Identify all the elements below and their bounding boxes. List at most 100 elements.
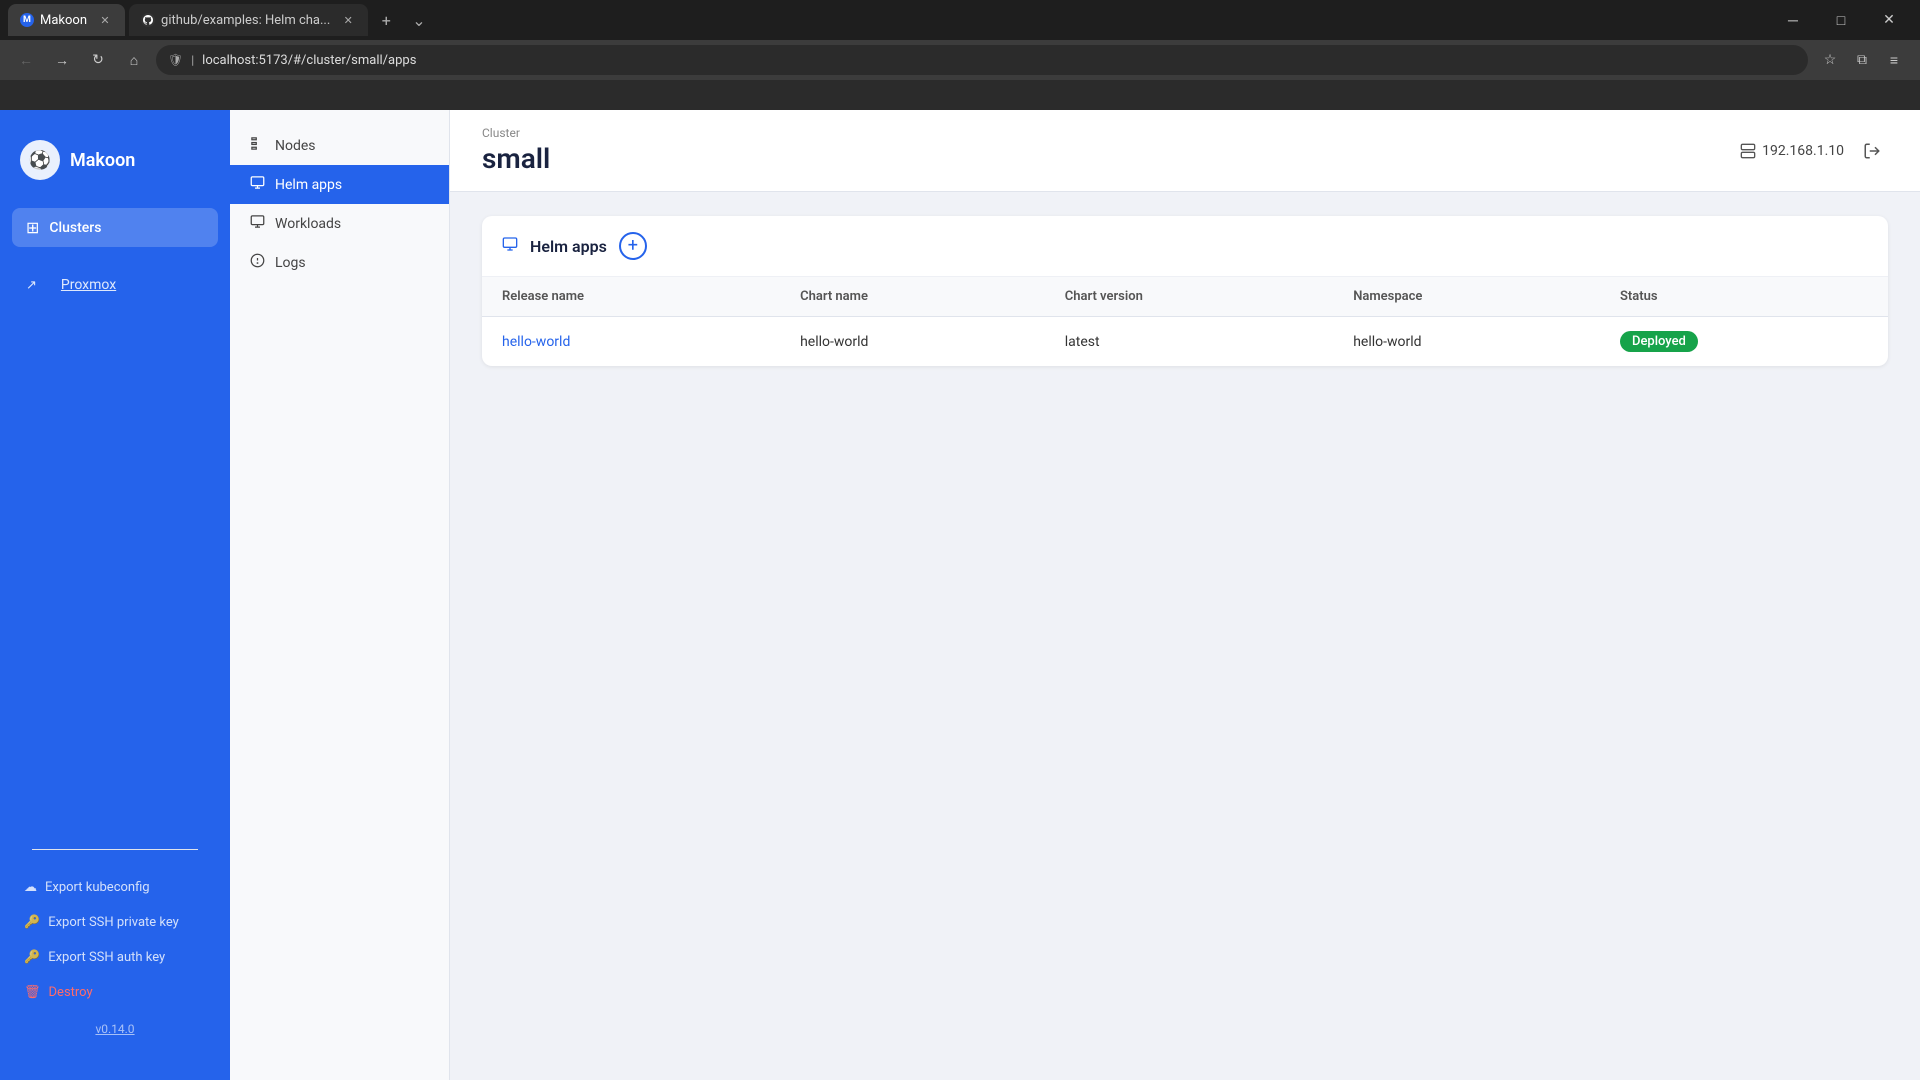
- browser-toolbar: ← → ↻ ⌂ 🛡 | localhost:5173/#/cluster/sma…: [0, 40, 1920, 80]
- home-button[interactable]: ⌂: [120, 46, 148, 74]
- tab-makoon-label: Makoon: [40, 13, 87, 28]
- helm-apps-title: Helm apps: [530, 237, 607, 256]
- col-chart-name: Chart name: [780, 277, 1045, 317]
- export-ssh-auth-button[interactable]: 🔑 Export SSH auth key: [16, 944, 214, 971]
- main-content: Cluster small 192.168.1.10 Helm: [450, 110, 1920, 1080]
- sidebar-brand: ⚽ Makoon: [0, 130, 230, 200]
- cloud-icon: ☁: [24, 880, 37, 895]
- sidebar-item-clusters[interactable]: ⊞ Clusters: [12, 208, 218, 247]
- helm-apps-card: Helm apps + Release name Chart name Char…: [482, 216, 1888, 366]
- address-bar[interactable]: 🛡 | localhost:5173/#/cluster/small/apps: [156, 45, 1808, 75]
- forward-button[interactable]: →: [48, 46, 76, 74]
- export-button[interactable]: [1856, 135, 1888, 167]
- table-row[interactable]: hello-world hello-world latest hello-wor…: [482, 317, 1888, 367]
- helm-apps-table: Release name Chart name Chart version Na…: [482, 277, 1888, 366]
- app-container: ⚽ Makoon ⊞ Clusters ↗ Proxmox ☁ Export k…: [0, 110, 1920, 1080]
- col-release-name: Release name: [482, 277, 780, 317]
- clusters-icon: ⊞: [26, 218, 39, 237]
- sidebar-bottom: ☁ Export kubeconfig 🔑 Export SSH private…: [0, 833, 230, 1060]
- tab-list-dropdown[interactable]: ⌄: [412, 11, 425, 30]
- github-favicon: [141, 13, 155, 27]
- cell-release-name[interactable]: hello-world: [482, 317, 780, 367]
- content-area: Helm apps + Release name Chart name Char…: [450, 192, 1920, 390]
- export-ssh-private-button[interactable]: 🔑 Export SSH private key: [16, 909, 214, 936]
- nav-helm-apps-label: Helm apps: [275, 177, 342, 193]
- table-header-row: Release name Chart name Chart version Na…: [482, 277, 1888, 317]
- sidebar-item-clusters-label: Clusters: [49, 220, 101, 236]
- refresh-button[interactable]: ↻: [84, 46, 112, 74]
- breadcrumb: Cluster: [482, 126, 550, 140]
- header-actions: 192.168.1.10: [1740, 135, 1888, 167]
- bookmark-button[interactable]: ☆: [1816, 46, 1844, 74]
- helm-apps-table-container: Release name Chart name Chart version Na…: [482, 277, 1888, 366]
- external-link-icon: ↗: [26, 278, 37, 293]
- secondary-sidebar: Nodes Helm apps Workloads Logs: [230, 110, 450, 1080]
- sidebar-item-proxmox[interactable]: ↗ Proxmox: [12, 263, 218, 307]
- brand-name: Makoon: [70, 150, 135, 171]
- proxmox-link-label: Proxmox: [47, 271, 130, 299]
- cell-chart-version: latest: [1045, 317, 1333, 367]
- logs-icon: [250, 253, 265, 272]
- toolbar-actions: ☆ ⧉ ≡: [1816, 46, 1908, 74]
- nav-workloads-label: Workloads: [275, 216, 341, 232]
- server-icon: [1740, 143, 1756, 159]
- cell-status: Deployed: [1600, 317, 1888, 367]
- browser-chrome: M Makoon ✕ github/examples: Helm cha... …: [0, 0, 1920, 110]
- workloads-icon: [250, 214, 265, 233]
- cell-chart-name: hello-world: [780, 317, 1045, 367]
- helm-apps-icon: [250, 175, 265, 194]
- back-button[interactable]: ←: [12, 46, 40, 74]
- key-icon-1: 🔑: [24, 915, 40, 930]
- add-helm-app-button[interactable]: +: [619, 232, 647, 260]
- export-kubeconfig-label: Export kubeconfig: [45, 880, 150, 895]
- export-kubeconfig-button[interactable]: ☁ Export kubeconfig: [16, 874, 214, 901]
- col-namespace: Namespace: [1333, 277, 1600, 317]
- sidebar-nav: ⊞ Clusters: [0, 200, 230, 255]
- address-text: localhost:5173/#/cluster/small/apps: [202, 53, 1796, 68]
- tab-github-label: github/examples: Helm cha...: [161, 13, 330, 28]
- helm-apps-header: Helm apps +: [482, 216, 1888, 277]
- nav-logs[interactable]: Logs: [230, 243, 449, 282]
- nodes-icon: [250, 136, 265, 155]
- tab-close-github[interactable]: ✕: [340, 12, 356, 28]
- main-header: Cluster small 192.168.1.10: [450, 110, 1920, 192]
- destroy-button[interactable]: 🗑 Destroy: [16, 979, 214, 1006]
- nav-helm-apps[interactable]: Helm apps: [230, 165, 449, 204]
- nav-nodes-label: Nodes: [275, 138, 316, 154]
- maximize-button[interactable]: □: [1818, 0, 1864, 40]
- tab-add-button[interactable]: +: [372, 6, 400, 34]
- tab-github[interactable]: github/examples: Helm cha... ✕: [129, 4, 368, 36]
- minimize-button[interactable]: ─: [1770, 0, 1816, 40]
- primary-sidebar: ⚽ Makoon ⊞ Clusters ↗ Proxmox ☁ Export k…: [0, 110, 230, 1080]
- tab-close-makoon[interactable]: ✕: [97, 12, 113, 28]
- browser-titlebar: M Makoon ✕ github/examples: Helm cha... …: [0, 0, 1920, 40]
- page-header-left: Cluster small: [482, 126, 550, 175]
- trash-icon: 🗑: [24, 985, 41, 1000]
- close-button[interactable]: ✕: [1866, 0, 1912, 40]
- helm-section-icon: [502, 236, 518, 256]
- menu-button[interactable]: ≡: [1880, 46, 1908, 74]
- status-badge: Deployed: [1620, 331, 1698, 352]
- col-status: Status: [1600, 277, 1888, 317]
- extensions-button[interactable]: ⧉: [1848, 46, 1876, 74]
- ip-badge: 192.168.1.10: [1740, 143, 1844, 159]
- lock-icon: |: [191, 53, 194, 67]
- tab-makoon[interactable]: M Makoon ✕: [8, 4, 125, 36]
- makoon-favicon: M: [20, 13, 34, 27]
- export-ssh-auth-label: Export SSH auth key: [48, 950, 165, 965]
- security-icon: 🛡: [168, 53, 183, 67]
- page-title: small: [482, 142, 550, 175]
- key-icon-2: 🔑: [24, 950, 40, 965]
- nav-nodes[interactable]: Nodes: [230, 126, 449, 165]
- destroy-label: Destroy: [49, 985, 93, 1000]
- brand-logo: ⚽: [20, 140, 60, 180]
- nav-logs-label: Logs: [275, 255, 306, 271]
- bottom-divider: [32, 849, 198, 850]
- nav-workloads[interactable]: Workloads: [230, 204, 449, 243]
- version-link[interactable]: v0.14.0: [16, 1014, 214, 1044]
- export-ssh-private-label: Export SSH private key: [48, 915, 179, 930]
- cell-namespace: hello-world: [1333, 317, 1600, 367]
- window-controls: ─ □ ✕: [1770, 0, 1912, 40]
- sidebar-cluster-items: ↗ Proxmox: [0, 255, 230, 315]
- col-chart-version: Chart version: [1045, 277, 1333, 317]
